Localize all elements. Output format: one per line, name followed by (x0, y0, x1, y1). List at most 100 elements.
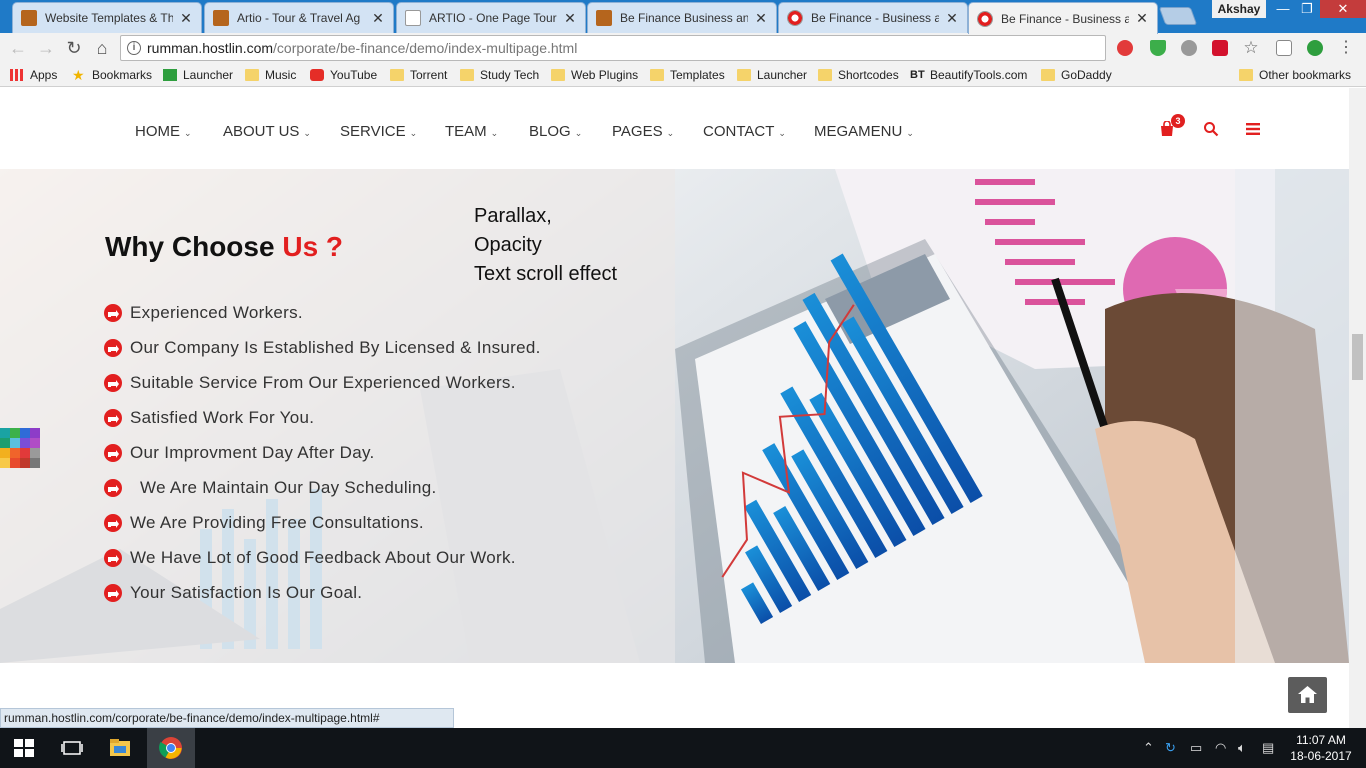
page-favicon-icon (405, 10, 421, 26)
chevron-down-icon: ⌄ (490, 128, 499, 138)
color-switcher-icon[interactable] (0, 428, 40, 468)
bookmark-torrent[interactable]: Torrent (390, 67, 447, 83)
bookmark-youtube[interactable]: YouTube (310, 67, 377, 83)
tray-sync-icon[interactable]: ↻ (1165, 740, 1176, 756)
bookmark-music[interactable]: Music (245, 67, 296, 83)
bookmark-beautifytools[interactable]: BT BeautifyTools.com (910, 67, 1027, 83)
tab-title: Be Finance - Business an (811, 11, 939, 25)
new-tab-button[interactable] (1158, 7, 1198, 25)
tab-title: Website Templates & Th (45, 11, 173, 25)
beautifytools-icon: BT (910, 69, 925, 81)
bookmark-templates[interactable]: Templates (650, 67, 725, 83)
browser-tab[interactable]: Website Templates & Th ✕ (12, 2, 202, 33)
site-favicon-icon (596, 10, 612, 26)
tray-network-icon[interactable]: ▭ (1190, 740, 1202, 756)
tray-chevron-icon[interactable]: ⌃ (1143, 740, 1154, 756)
scroll-to-top-button[interactable] (1288, 677, 1327, 713)
nav-label: PAGES (612, 123, 663, 140)
chevron-down-icon: ⌄ (666, 128, 675, 138)
why-choose-us-panel: Why Choose Us ? Parallax, Opacity Text s… (0, 169, 675, 663)
star-bookmark-icon[interactable]: ☆ (1243, 39, 1259, 56)
tray-notification-icon[interactable]: ▤ (1262, 740, 1274, 756)
bookmark-study-tech[interactable]: Study Tech (460, 67, 539, 83)
shield-extension-icon[interactable] (1150, 40, 1166, 56)
browser-tab[interactable]: Be Finance - Business an ✕ (778, 2, 968, 33)
bookmark-label: Study Tech (480, 68, 540, 82)
bookmark-web-plugins[interactable]: Web Plugins (551, 67, 638, 83)
tab-close-icon[interactable]: ✕ (945, 10, 959, 27)
clipboard-photo-illustration (675, 169, 1349, 663)
bookmark-other[interactable]: Other bookmarks (1239, 67, 1351, 83)
menu-dots-icon[interactable]: ⋮ (1338, 40, 1354, 56)
tab-close-icon[interactable]: ✕ (179, 10, 193, 27)
task-view-icon[interactable] (60, 736, 84, 760)
tab-close-icon[interactable]: ✕ (563, 10, 577, 27)
browser-tab[interactable]: Artio - Tour & Travel Ag ✕ (204, 2, 394, 33)
url-host: rumman.hostlin.com (147, 40, 274, 56)
tab-close-icon[interactable]: ✕ (371, 10, 385, 27)
tab-close-icon[interactable]: ✕ (754, 10, 768, 27)
bookmark-label: Bookmarks (92, 68, 153, 82)
befinance-favicon-icon (977, 10, 993, 27)
nav-home[interactable]: HOME ⌄ (135, 123, 192, 140)
page-scrollbar[interactable] (1349, 88, 1366, 728)
folder-icon (1041, 69, 1055, 81)
bookmark-label: Web Plugins (571, 68, 639, 82)
nav-pages[interactable]: PAGES ⌄ (612, 123, 674, 140)
bookmark-godaddy[interactable]: GoDaddy (1041, 67, 1112, 83)
bookmark-label: GoDaddy (1061, 68, 1112, 82)
nav-blog[interactable]: BLOG ⌄ (529, 123, 582, 140)
close-window-button[interactable]: ✕ (1320, 0, 1366, 18)
feature-item: We Have Lot of Good Feedback About Our W… (103, 547, 516, 569)
windows-taskbar: ⌃ ↻ ▭ ◠ 🔈︎ ▤ 11:07 AM 18-06-2017 (0, 728, 1366, 768)
maximize-button[interactable]: ❐ (1293, 0, 1321, 18)
nav-team[interactable]: TEAM ⌄ (445, 123, 498, 140)
info-icon[interactable]: i (127, 41, 141, 55)
tab-title: ARTIO - One Page Tour & (429, 11, 557, 25)
clock-time: 11:07 AM (1296, 733, 1346, 747)
extension-green-icon[interactable] (1307, 40, 1323, 56)
chrome-icon[interactable] (159, 736, 183, 760)
bookmark-bookmarks[interactable]: ★ Bookmarks (72, 67, 152, 83)
profile-button[interactable]: Akshay (1212, 0, 1266, 18)
nav-megamenu[interactable]: MEGAMENU ⌄ (814, 123, 914, 140)
windows-start-icon[interactable] (12, 736, 36, 760)
bookmark-apps[interactable]: Apps (10, 67, 57, 83)
forward-icon[interactable]: → (34, 36, 58, 60)
nav-service[interactable]: SERVICE ⌄ (340, 123, 417, 140)
apps-grid-icon (10, 69, 24, 81)
feature-item: Our Company Is Established By Licensed &… (103, 337, 541, 359)
address-bar[interactable]: i rumman.hostlin.com/corporate/be-financ… (120, 35, 1106, 61)
reload-icon[interactable]: ↻ (62, 36, 86, 60)
back-icon[interactable]: ← (6, 36, 30, 60)
nav-contact[interactable]: CONTACT ⌄ (703, 123, 786, 140)
tab-title: Artio - Tour & Travel Ag (237, 11, 361, 25)
search-icon[interactable] (1203, 121, 1219, 137)
chevron-down-icon: ⌄ (906, 128, 914, 138)
bookmark-launcher[interactable]: Launcher (163, 67, 233, 83)
nav-about-us[interactable]: ABOUT US ⌄ (223, 123, 311, 140)
extension-red-icon[interactable] (1117, 40, 1133, 56)
feature-text: We Are Providing Free Consultations. (130, 513, 424, 532)
taskbar-clock[interactable]: 11:07 AM 18-06-2017 (1288, 732, 1354, 764)
tray-wifi-icon[interactable]: ◠ (1215, 740, 1226, 756)
extension-play-icon[interactable] (1212, 40, 1228, 56)
extension-gray-icon[interactable] (1181, 40, 1197, 56)
tray-volume-icon[interactable]: 🔈︎ (1238, 740, 1246, 756)
tab-close-icon[interactable]: ✕ (1135, 10, 1149, 27)
hand-pointer-icon (104, 514, 122, 532)
browser-tab[interactable]: Be Finance Business and ✕ (587, 2, 777, 33)
browser-tab-active[interactable]: Be Finance - Business an ✕ (968, 2, 1158, 34)
file-explorer-icon[interactable] (108, 736, 132, 760)
heading-accent-text: Us ? (282, 231, 344, 262)
bookmark-launcher-folder[interactable]: Launcher (737, 67, 807, 83)
extension-screen-icon[interactable] (1276, 40, 1292, 56)
bookmark-label: Apps (30, 68, 58, 82)
bookmark-shortcodes[interactable]: Shortcodes (818, 67, 899, 83)
feature-item: We Are Providing Free Consultations. (103, 512, 424, 534)
hamburger-menu-icon[interactable] (1246, 123, 1260, 135)
browser-tab[interactable]: ARTIO - One Page Tour & ✕ (396, 2, 586, 33)
home-icon[interactable]: ⌂ (90, 36, 114, 60)
scrollbar-thumb[interactable] (1352, 334, 1363, 380)
feature-item: Satisfied Work For You. (103, 407, 314, 429)
